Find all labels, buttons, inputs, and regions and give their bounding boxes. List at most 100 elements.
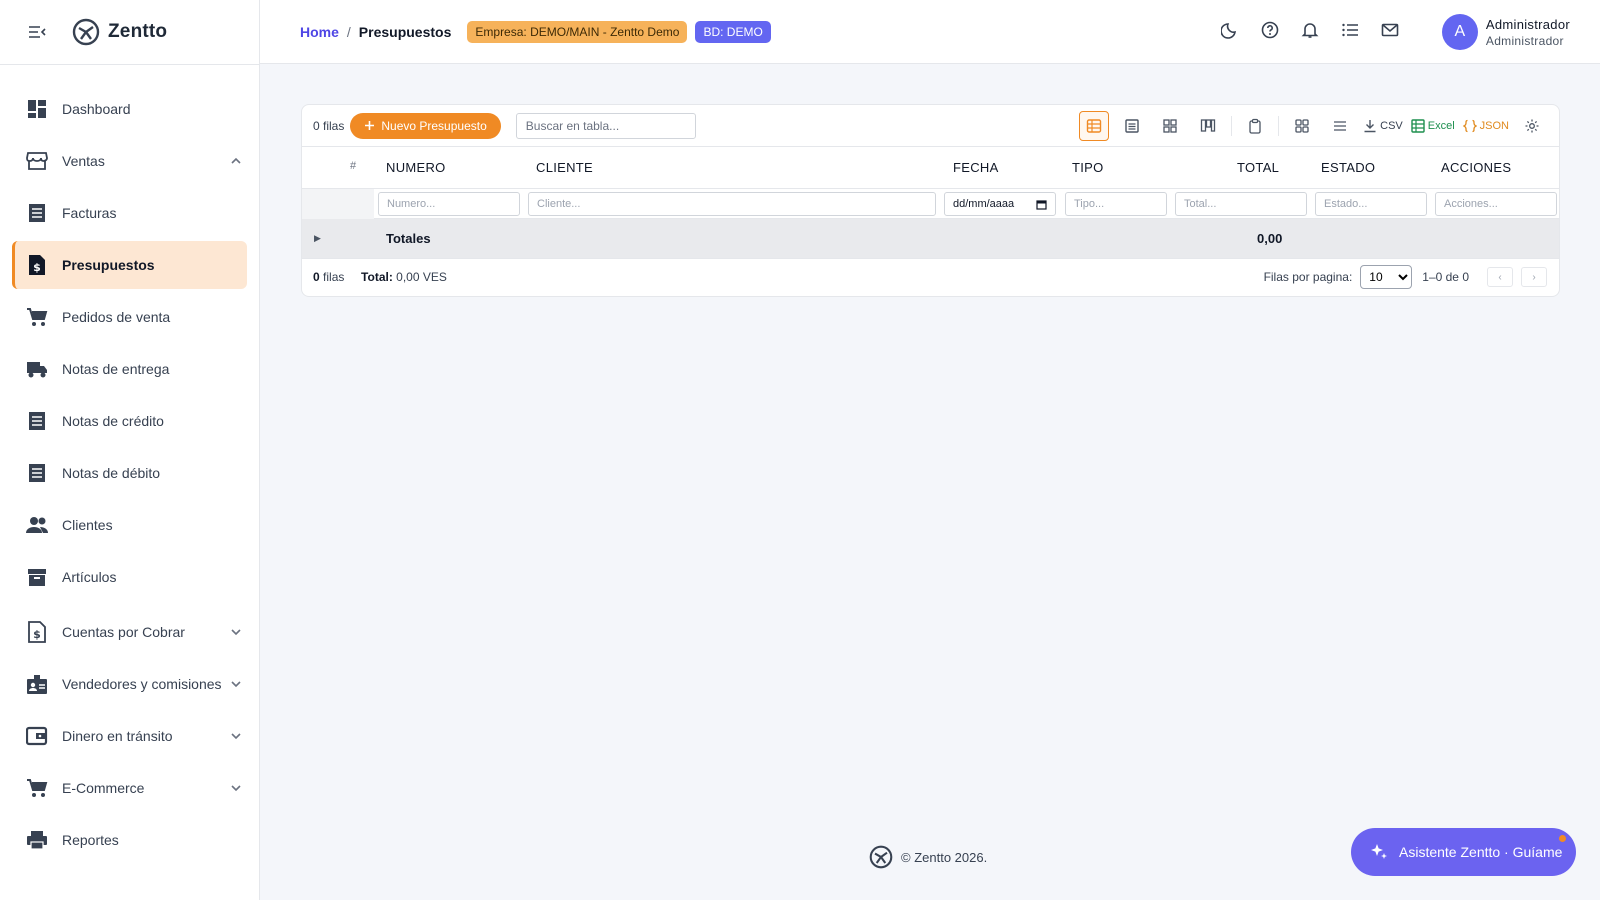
view-list-button[interactable] [1117, 111, 1147, 141]
breadcrumb-home[interactable]: Home [300, 24, 339, 40]
notifications-bell-icon[interactable] [1300, 20, 1320, 40]
task-list-icon[interactable] [1340, 20, 1360, 40]
user-menu[interactable]: A Administrador Administrador [1441, 14, 1570, 50]
density-grid-button[interactable] [1287, 111, 1317, 141]
pagination: Filas por pagina: 10 1–0 de 0 ‹ › [1264, 265, 1547, 289]
excel-label: Excel [1427, 120, 1455, 132]
csv-label: CSV [1380, 120, 1403, 132]
rows-count: 0 filas [313, 118, 345, 133]
export-json-button[interactable]: JSON [1462, 111, 1509, 141]
help-icon[interactable] [1260, 20, 1280, 40]
assistant-label: Asistente Zentto · Guíame [1399, 844, 1563, 860]
database-badge: BD: DEMO [695, 20, 771, 43]
sidebar-item-notas-de-debito[interactable]: Notas de débito [12, 449, 247, 497]
menu-collapse-icon[interactable] [28, 25, 46, 39]
avatar[interactable]: A [1441, 14, 1478, 50]
table-footer: 0 filas Total: 0,00 VES Filas por pagina… [302, 259, 1559, 296]
filter-fecha-placeholder: dd/mm/aaaa [953, 198, 1015, 210]
filter-numero-input[interactable] [378, 192, 520, 216]
filter-cliente-input[interactable] [528, 192, 936, 216]
filter-tipo-input[interactable] [1065, 192, 1167, 216]
new-presupuesto-label: Nuevo Presupuesto [381, 118, 487, 133]
braces-icon [1462, 119, 1477, 133]
columns-menu-button[interactable] [1325, 111, 1355, 141]
list-view-icon [1125, 119, 1139, 133]
pagination-range: 1–0 de 0 [1422, 270, 1469, 284]
footer-summary: 0 filas Total: 0,00 VES [313, 270, 447, 284]
user-role: Administrador [1485, 33, 1564, 48]
view-grid-button[interactable] [1155, 111, 1185, 141]
brand-name: Zentto [108, 21, 168, 42]
calendar-icon[interactable] [1036, 199, 1047, 210]
table-tools: CSV Excel JSON [1071, 111, 1547, 141]
chevron-up-icon [229, 154, 243, 168]
sidebar-item-label: Dashboard [62, 101, 131, 117]
table-settings-button[interactable] [1517, 111, 1547, 141]
sidebar-item-label: Facturas [62, 205, 117, 221]
document-list-icon [26, 462, 48, 484]
table-search-input[interactable] [515, 112, 696, 139]
sidebar-item-reportes[interactable]: Reportes [12, 816, 247, 864]
sidebar-item-ventas[interactable]: Ventas [12, 137, 247, 185]
sidebar-item-label: Cuentas por Cobrar [62, 624, 185, 640]
company-badge: Empresa: DEMO/MAIN - Zentto Demo [467, 20, 688, 43]
chevron-down-icon [229, 781, 243, 795]
column-header-total[interactable]: TOTAL [1237, 160, 1279, 175]
sidebar-item-label: Artículos [62, 569, 117, 585]
user-name: Administrador [1485, 16, 1570, 32]
sidebar: Zentto Dashboard Ventas Facturas $ Presu… [0, 0, 260, 900]
filter-fecha-input[interactable]: dd/mm/aaaa [944, 192, 1056, 216]
new-presupuesto-button[interactable]: Nuevo Presupuesto [350, 112, 501, 139]
view-table-button[interactable] [1079, 111, 1110, 141]
sidebar-item-e-commerce[interactable]: E-Commerce [12, 764, 247, 812]
column-header-numero[interactable]: NUMERO [386, 160, 446, 175]
sidebar-item-dashboard[interactable]: Dashboard [12, 85, 247, 133]
zentto-logo-icon [869, 845, 893, 869]
sidebar-item-notas-de-entrega[interactable]: Notas de entrega [12, 345, 247, 393]
column-header-index: # [350, 160, 357, 172]
export-excel-button[interactable]: Excel [1411, 111, 1455, 141]
totals-row: ▶ Totales 0,00 [302, 219, 1559, 259]
cart-icon [26, 306, 48, 328]
previous-page-button[interactable]: ‹ [1487, 267, 1513, 287]
view-kanban-button[interactable] [1193, 111, 1223, 141]
toolbar-divider [1278, 116, 1280, 136]
sidebar-item-label: Notas de crédito [62, 413, 164, 429]
filter-total-input[interactable] [1175, 192, 1307, 216]
sidebar-item-label: Clientes [62, 517, 113, 533]
assistant-button[interactable]: Asistente Zentto · Guíame [1351, 828, 1576, 876]
sidebar-item-vendedores-y-comisiones[interactable]: Vendedores y comisiones [12, 660, 247, 708]
breadcrumb-separator: / [346, 23, 351, 40]
next-page-button[interactable]: › [1521, 267, 1547, 287]
column-header-estado[interactable]: ESTADO [1321, 160, 1375, 175]
export-csv-button[interactable]: CSV [1363, 111, 1403, 141]
column-header-cliente[interactable]: CLIENTE [536, 160, 593, 175]
sidebar-item-clientes[interactable]: Clientes [12, 501, 247, 549]
mail-icon[interactable] [1380, 20, 1400, 40]
rows-per-page-select[interactable]: 10 [1360, 265, 1413, 289]
sidebar-item-notas-de-credito[interactable]: Notas de crédito [12, 397, 247, 445]
rows-per-page-label: Filas por pagina: [1263, 270, 1353, 284]
sidebar-item-presupuestos[interactable]: $ Presupuestos [12, 241, 247, 289]
toolbar-divider [1231, 116, 1233, 136]
expand-arrow-icon[interactable]: ▶ [314, 233, 321, 244]
dark-mode-icon[interactable] [1220, 20, 1240, 40]
sidebar-item-dinero-en-transito[interactable]: Dinero en tránsito [12, 712, 247, 760]
filter-estado-input[interactable] [1315, 192, 1427, 216]
sidebar-item-facturas[interactable]: Facturas [12, 189, 247, 237]
wallet-icon [26, 725, 48, 747]
json-label: JSON [1479, 120, 1509, 132]
svg-text:$: $ [33, 628, 41, 641]
sidebar-item-pedidos-de-venta[interactable]: Pedidos de venta [12, 293, 247, 341]
clipboard-icon [1249, 118, 1261, 134]
column-header-fecha[interactable]: FECHA [953, 160, 999, 175]
kanban-view-icon [1200, 119, 1216, 132]
dollar-document-icon: $ [26, 254, 48, 276]
sidebar-item-articulos[interactable]: Artículos [12, 553, 247, 601]
column-header-tipo[interactable]: TIPO [1072, 160, 1104, 175]
store-icon [26, 150, 48, 172]
copyright-text: © Zentto 2026. [901, 849, 988, 865]
filter-acciones-input[interactable] [1435, 192, 1557, 216]
clipboard-button[interactable] [1240, 111, 1270, 141]
sidebar-item-cuentas-por-cobrar[interactable]: $ Cuentas por Cobrar [12, 608, 247, 656]
